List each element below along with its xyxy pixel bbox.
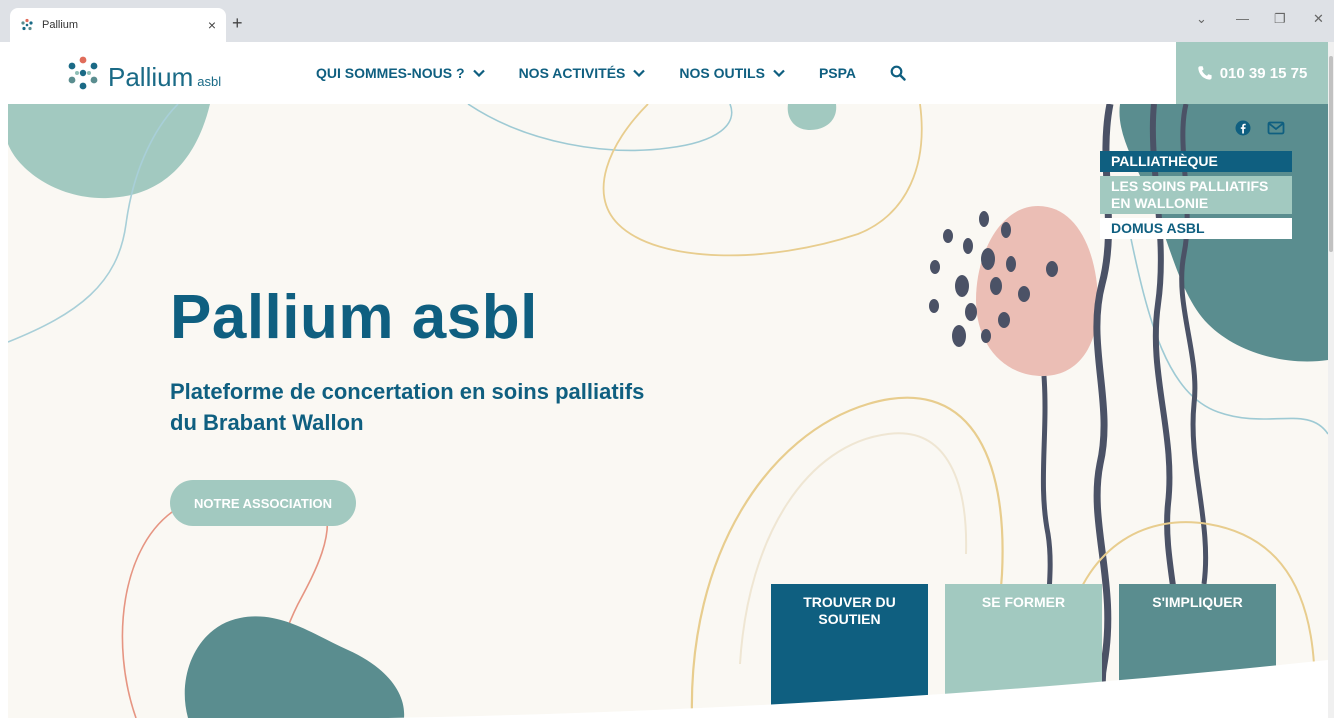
- browser-tab-bar: Pallium × + ⌄ — ❐ ✕: [0, 0, 1334, 42]
- minimize-icon[interactable]: —: [1236, 12, 1249, 25]
- hero-subtitle-line1: Plateforme de concertation en soins pall…: [170, 379, 645, 404]
- hero-subtitle-line2: du Brabant Wallon: [170, 410, 364, 435]
- nav-item-about[interactable]: QUI SOMMES-NOUS ?: [316, 65, 485, 81]
- nav-item-activities[interactable]: NOS ACTIVITÉS: [519, 65, 646, 81]
- chevron-down-icon: [633, 69, 646, 77]
- logo-flower-icon: [68, 56, 98, 90]
- nav-about-label: QUI SOMMES-NOUS ?: [316, 65, 465, 81]
- tile-trouver-soutien[interactable]: TROUVER DU SOUTIEN: [771, 584, 928, 718]
- link-soins-palliatifs-wallonie[interactable]: LES SOINS PALLIATIFS EN WALLONIE: [1100, 176, 1292, 214]
- site-header: Pallium asbl QUI SOMMES-NOUS ? NOS ACTIV…: [0, 42, 1334, 104]
- chevron-down-icon: [773, 69, 785, 77]
- nav-item-tools[interactable]: NOS OUTILS: [679, 65, 785, 81]
- browser-tab[interactable]: Pallium ×: [10, 8, 226, 42]
- facebook-icon[interactable]: [1235, 120, 1251, 136]
- hero-title: Pallium asbl: [170, 283, 538, 352]
- window-close-icon[interactable]: ✕: [1313, 12, 1324, 25]
- nav-pspa-label: PSPA: [818, 65, 857, 81]
- hero-section: PALLIATHÈQUE LES SOINS PALLIATIFS EN WAL…: [8, 104, 1328, 718]
- tile-soutien-line1: TROUVER DU: [803, 594, 896, 610]
- phone-button[interactable]: 010 39 15 75: [1176, 42, 1328, 104]
- main-nav: QUI SOMMES-NOUS ? NOS ACTIVITÉS NOS OUTI…: [316, 65, 906, 81]
- tile-s-impliquer[interactable]: S'IMPLIQUER: [1119, 584, 1276, 718]
- tile-soutien-line2: SOUTIEN: [818, 611, 881, 627]
- favicon-icon: [20, 18, 34, 32]
- close-tab-icon[interactable]: ×: [208, 18, 216, 32]
- tile-se-former[interactable]: SE FORMER: [945, 584, 1102, 718]
- new-tab-button[interactable]: +: [232, 14, 243, 32]
- restore-icon[interactable]: ❐: [1274, 12, 1286, 25]
- link-palliatheque[interactable]: PALLIATHÈQUE: [1100, 151, 1292, 172]
- logo-sub: asbl: [197, 74, 222, 89]
- logo-name: Pallium: [108, 62, 194, 92]
- scrollbar-thumb[interactable]: [1329, 56, 1333, 252]
- link-soins-line1: LES SOINS PALLIATIFS: [1111, 178, 1269, 194]
- notre-association-button[interactable]: NOTRE ASSOCIATION: [170, 480, 356, 526]
- tab-title: Pallium: [42, 19, 79, 31]
- site-logo[interactable]: Pallium asbl: [66, 54, 221, 90]
- nav-item-pspa[interactable]: PSPA: [819, 65, 856, 81]
- hero-subtitle: Plateforme de concertation en soins pall…: [170, 376, 770, 438]
- link-domus[interactable]: DOMUS ASBL: [1100, 218, 1292, 239]
- phone-icon: [1198, 66, 1212, 80]
- window-menu-icon[interactable]: ⌄: [1196, 12, 1207, 25]
- nav-activities-label: NOS ACTIVITÉS: [518, 65, 626, 81]
- nav-tools-label: NOS OUTILS: [679, 65, 765, 81]
- side-links: PALLIATHÈQUE LES SOINS PALLIATIFS EN WAL…: [1100, 151, 1292, 239]
- search-icon[interactable]: [890, 65, 906, 81]
- link-soins-line2: EN WALLONIE: [1111, 195, 1209, 211]
- social-links: [1235, 120, 1301, 136]
- chevron-down-icon: [472, 69, 485, 77]
- phone-number: 010 39 15 75: [1219, 64, 1308, 82]
- mail-icon[interactable]: [1267, 120, 1285, 136]
